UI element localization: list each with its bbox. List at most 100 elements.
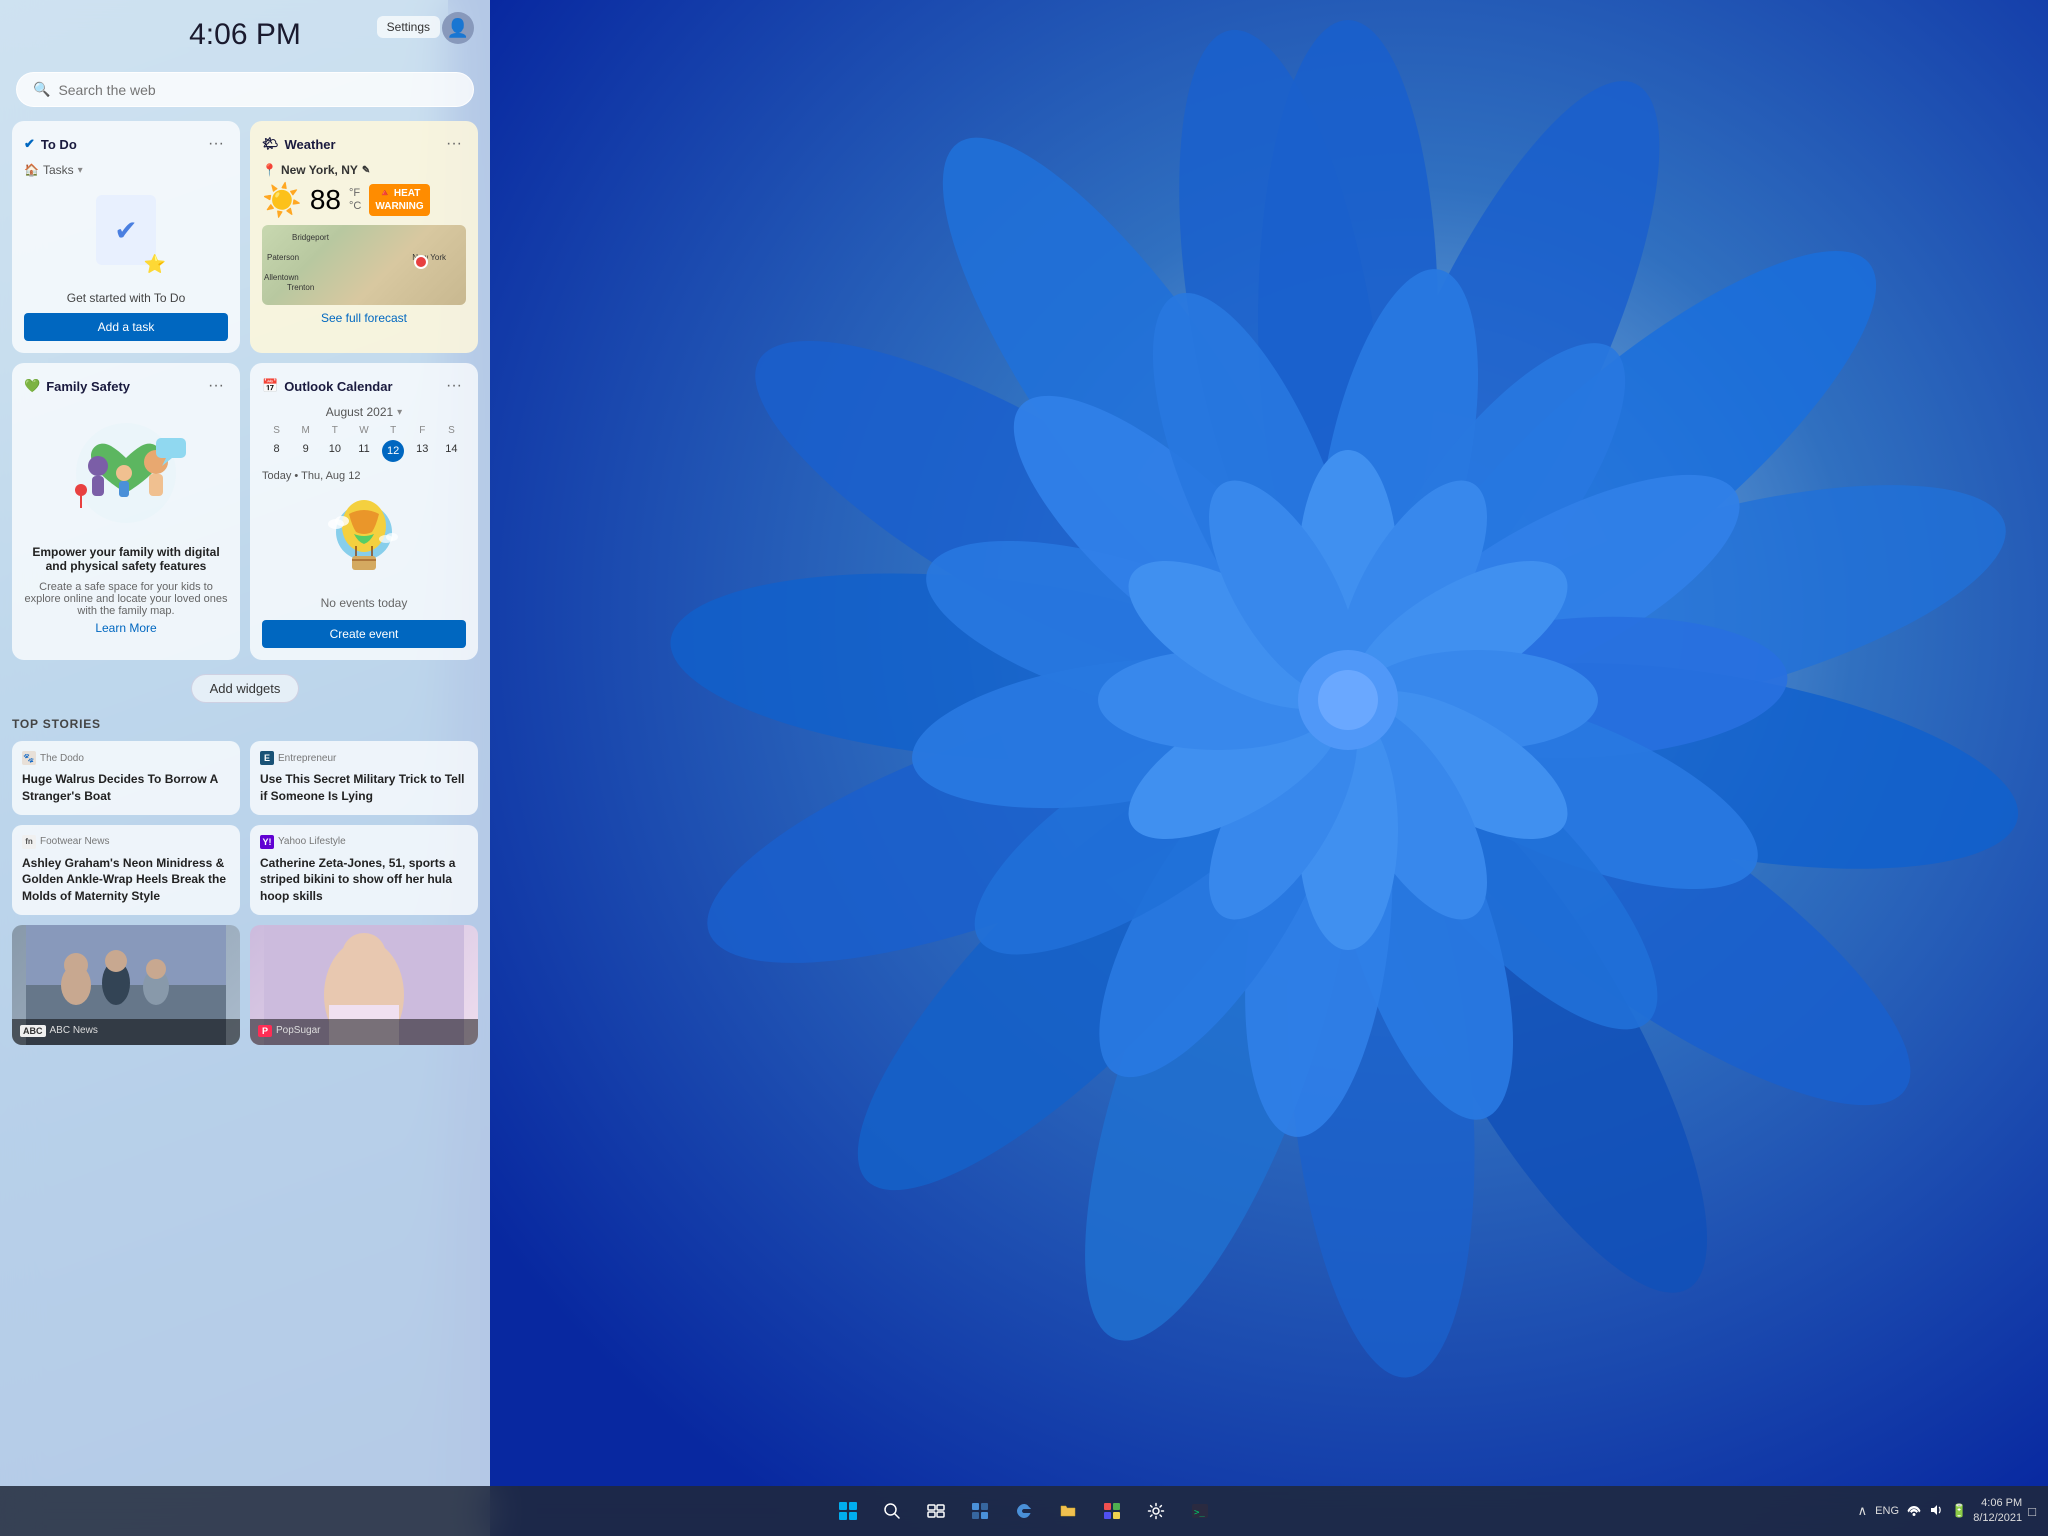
popsugar-source: P PopSugar	[258, 1025, 470, 1037]
family-illustration	[24, 413, 228, 533]
create-event-button[interactable]: Create event	[262, 620, 466, 648]
learn-more-link[interactable]: Learn More	[24, 621, 228, 635]
search-icon: 🔍	[33, 81, 50, 98]
news-source-3: fn Footwear News	[22, 835, 230, 849]
search-input[interactable]	[58, 82, 457, 98]
weather-map: Bridgeport Paterson New York Allentown T…	[262, 225, 466, 305]
task-view-button[interactable]	[916, 1491, 956, 1531]
abc-icon: ABC	[20, 1025, 46, 1037]
calendar-month-header: August 2021 ▾	[262, 405, 466, 419]
system-tray: ∧ ENG 🔋	[1858, 1503, 1968, 1520]
cal-date-14[interactable]: 14	[437, 440, 466, 462]
cal-date-10[interactable]: 10	[320, 440, 349, 462]
file-explorer-button[interactable]	[1048, 1491, 1088, 1531]
weather-main-row: ☀️ 88 °F °C 🔺 HEAT WARNING	[262, 181, 466, 219]
taskbar-date-value: 8/12/2021	[1973, 1511, 2022, 1526]
weather-location-marker	[414, 255, 428, 269]
todo-get-started-text: Get started with To Do	[67, 291, 186, 305]
news-image-overlay-1: ABC ABC News	[12, 1019, 240, 1045]
no-events-label: No events today	[262, 596, 466, 610]
temperature-value: 88	[310, 184, 341, 216]
see-forecast-link[interactable]: See full forecast	[262, 311, 466, 325]
cal-date-9[interactable]: 9	[291, 440, 320, 462]
abc-news-source: ABC ABC News	[20, 1025, 232, 1037]
news-headline-3: Ashley Graham's Neon Minidress & Golden …	[22, 855, 230, 905]
taskbar-right: ∧ ENG 🔋 4:06 PM 8/12/2021 □	[1858, 1496, 2048, 1527]
family-safety-main-text: Empower your family with digital and phy…	[24, 545, 228, 573]
day-t1: T	[320, 425, 349, 436]
day-s2: S	[437, 425, 466, 436]
news-image-item-2[interactable]: P PopSugar	[250, 925, 478, 1045]
edge-button[interactable]	[1004, 1491, 1044, 1531]
todo-tasks-row[interactable]: 🏠 Tasks ▾	[24, 163, 83, 177]
top-stories-section: TOP STORIES 🐾 The Dodo Huge Walrus Decid…	[12, 717, 478, 1045]
news-item-3[interactable]: fn Footwear News Ashley Graham's Neon Mi…	[12, 825, 240, 915]
store-button[interactable]	[1092, 1491, 1132, 1531]
day-s1: S	[262, 425, 291, 436]
add-task-button[interactable]: Add a task	[24, 313, 228, 341]
top-stories-header: TOP STORIES	[12, 717, 478, 731]
calendar-menu-button[interactable]: ···	[442, 375, 466, 397]
cal-date-12-today[interactable]: 12	[382, 440, 404, 462]
add-widgets-button[interactable]: Add widgets	[191, 674, 300, 703]
notification-icon[interactable]: □	[2028, 1504, 2036, 1519]
popsugar-icon: P	[258, 1025, 272, 1037]
network-icon[interactable]	[1907, 1503, 1921, 1520]
taskbar-search-button[interactable]	[872, 1491, 912, 1531]
todo-illustration: ✔ ⭐	[86, 195, 166, 275]
edit-location-icon[interactable]: ✎	[362, 165, 370, 176]
calendar-month-label: August 2021	[326, 405, 393, 419]
day-t2: T	[379, 425, 408, 436]
cal-date-11[interactable]: 11	[349, 440, 378, 462]
widgets-button[interactable]	[960, 1491, 1000, 1531]
weather-menu-button[interactable]: ···	[442, 133, 466, 155]
news-image-overlay-2: P PopSugar	[250, 1019, 478, 1045]
location-pin-icon: 📍	[262, 163, 277, 177]
news-headline-1: Huge Walrus Decides To Borrow A Stranger…	[22, 771, 230, 805]
home-icon: 🏠	[24, 163, 39, 177]
start-button[interactable]	[828, 1491, 868, 1531]
calendar-day-names: S M T W T F S	[262, 425, 466, 436]
panel-header: 4:06 PM Settings 👤	[0, 0, 490, 64]
taskbar-clock[interactable]: 4:06 PM 8/12/2021	[1973, 1496, 2022, 1527]
avatar-button[interactable]: 👤	[442, 12, 474, 44]
calendar-balloon-illustration	[262, 494, 466, 584]
weather-widget: 🌤 Weather ··· 📍 New York, NY ✎ ☀️ 88 °F …	[250, 121, 478, 353]
source-name-1: The Dodo	[40, 753, 84, 764]
cal-date-13[interactable]: 13	[408, 440, 437, 462]
taskbar-center-icons: >_	[828, 1491, 1220, 1531]
settings-gear-button[interactable]	[1136, 1491, 1176, 1531]
map-city-trenton: Trenton	[287, 283, 314, 292]
tray-arrow-icon[interactable]: ∧	[1858, 1503, 1868, 1519]
battery-icon[interactable]: 🔋	[1951, 1503, 1967, 1519]
language-indicator[interactable]: ENG	[1875, 1505, 1899, 1517]
calendar-title: Outlook Calendar	[284, 379, 392, 394]
settings-button[interactable]: Settings	[377, 16, 440, 38]
add-widgets-row: Add widgets	[0, 674, 490, 703]
news-item-2[interactable]: E Entrepreneur Use This Secret Military …	[250, 741, 478, 815]
calendar-dates-row: 8 9 10 11 12 13 14	[262, 440, 466, 462]
calendar-app-icon: 📅	[262, 378, 278, 394]
family-safety-menu-button[interactable]: ···	[204, 375, 228, 397]
search-bar[interactable]: 🔍	[16, 72, 474, 107]
footwear-news-icon: fn	[22, 835, 36, 849]
news-image-item-1[interactable]: ABC ABC News	[12, 925, 240, 1045]
cal-date-8[interactable]: 8	[262, 440, 291, 462]
family-safety-title: Family Safety	[46, 379, 130, 394]
news-item-4[interactable]: Y! Yahoo Lifestyle Catherine Zeta-Jones,…	[250, 825, 478, 915]
news-item-1[interactable]: 🐾 The Dodo Huge Walrus Decides To Borrow…	[12, 741, 240, 815]
widget-panel: 4:06 PM Settings 👤 🔍 ✔ To Do ··· 🏠 Tasks…	[0, 0, 490, 1536]
calendar-widget: 📅 Outlook Calendar ··· August 2021 ▾ S M…	[250, 363, 478, 660]
todo-widget: ✔ To Do ··· 🏠 Tasks ▾ ✔ ⭐ Get started wi…	[12, 121, 240, 353]
terminal-button[interactable]: >_	[1180, 1491, 1220, 1531]
fahrenheit-unit: °F	[349, 187, 361, 200]
family-safety-sub-text: Create a safe space for your kids to exp…	[24, 581, 228, 617]
todo-checkmark-icon: ✔	[24, 136, 35, 152]
source-name-4: Yahoo Lifestyle	[278, 836, 346, 847]
abc-news-label: ABC News	[50, 1025, 98, 1036]
user-avatar-icon: 👤	[447, 18, 469, 39]
volume-icon[interactable]	[1929, 1503, 1943, 1520]
todo-menu-button[interactable]: ···	[204, 133, 228, 155]
calendar-grid: S M T W T F S 8 9 10 11 12 13 14	[262, 425, 466, 462]
entrepreneur-icon: E	[260, 751, 274, 765]
